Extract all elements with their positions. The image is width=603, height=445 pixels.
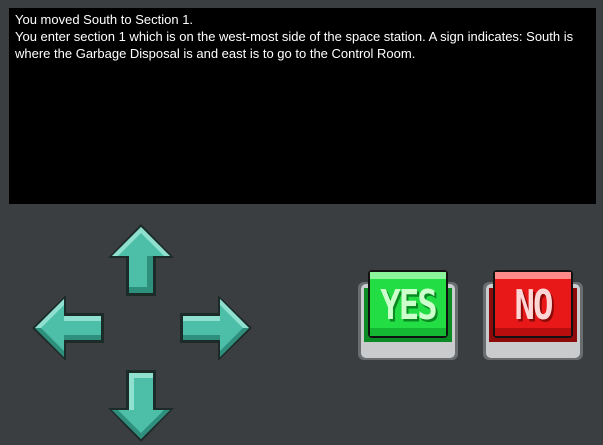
game-console: You moved South to Section 1. You enter … [9, 8, 596, 204]
yes-label: YES [380, 282, 437, 330]
move-south-button[interactable] [104, 368, 178, 445]
arrow-down-icon [108, 370, 174, 442]
arrow-up-icon [108, 224, 174, 296]
move-east-button[interactable] [176, 291, 256, 365]
move-north-button[interactable] [104, 220, 178, 300]
console-line: You moved South to Section 1. [15, 12, 194, 27]
console-line: You enter section 1 which is on the west… [15, 29, 577, 61]
console-text: You moved South to Section 1. You enter … [15, 11, 590, 62]
yes-button[interactable]: YES [358, 268, 458, 362]
move-west-button[interactable] [28, 291, 108, 365]
arrow-right-icon [180, 295, 252, 361]
arrow-left-icon [32, 295, 104, 361]
no-button[interactable]: NO [483, 268, 583, 362]
no-label: NO [514, 282, 554, 330]
